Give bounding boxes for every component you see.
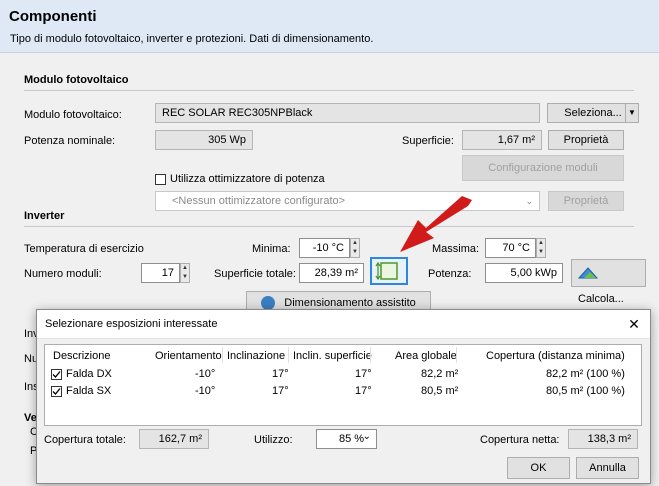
utilizzo-value: 85 % (339, 433, 365, 445)
column-header[interactable]: Inclinazione (227, 350, 285, 362)
cell-descrizione: Falda SX (66, 385, 112, 397)
cell-inclinazione: 17° (272, 385, 289, 397)
column-header[interactable]: Inclin. superficie (293, 350, 372, 362)
ottimizzatore-proprieta-button[interactable]: Proprietà (548, 191, 624, 211)
ok-button-label: OK (530, 462, 547, 474)
minima-input[interactable]: -10 °C (299, 238, 350, 258)
numero-moduli-input[interactable]: 17 (141, 263, 180, 283)
cell-inclinazione: 17° (272, 368, 289, 380)
cell-inclin-superficie: 17° (355, 385, 372, 397)
table-row[interactable]: Falda SX -10° 17° 17° 80,5 m² 80,5 m² (1… (45, 383, 641, 401)
cell-orientamento: -10° (195, 385, 216, 397)
ottimizzatore-checkbox[interactable] (155, 174, 166, 185)
column-separator (456, 347, 457, 363)
dimensionamento-label: Dimensionamento assistito (284, 297, 416, 309)
cell-copertura: 82,2 m² (100 %) (546, 368, 625, 380)
spin-down-icon[interactable]: ▼ (351, 248, 359, 257)
esposizioni-dialog: Selezionare esposizioni interessate ✕ De… (36, 309, 651, 484)
section-title-modulo: Modulo fotovoltaico (24, 74, 129, 86)
spin-up-icon[interactable]: ▲ (181, 264, 189, 273)
ottimizzatore-combo[interactable]: <Nessun ottimizzatore configurato> ⌄ (155, 191, 540, 211)
modulo-label: Modulo fotovoltaico: (24, 109, 122, 121)
massima-spinner[interactable]: ▲ ▼ (536, 238, 546, 258)
section-title-inverter: Inverter (24, 210, 65, 222)
column-separator (370, 347, 371, 363)
utilizzo-select[interactable]: 85 % ⌄ (316, 429, 377, 449)
minima-label: Minima: (252, 243, 291, 255)
potenza-nominale-label: Potenza nominale: (24, 135, 116, 147)
row-checkbox[interactable] (51, 386, 62, 397)
column-separator (222, 347, 223, 363)
minima-spinner[interactable]: ▲ ▼ (350, 238, 360, 258)
copertura-totale-field: 162,7 m² (139, 429, 209, 449)
table-row[interactable]: Falda DX -10° 17° 17° 82,2 m² 82,2 m² (1… (45, 365, 641, 383)
ottimizzatore-proprieta-label: Proprietà (563, 195, 609, 207)
column-separator (288, 347, 289, 363)
column-header[interactable]: Orientamento (155, 350, 222, 362)
annulla-button-label: Annulla (589, 462, 626, 474)
row-checkbox[interactable] (51, 369, 62, 380)
ottimizzatore-combo-value: <Nessun ottimizzatore configurato> (172, 195, 346, 207)
section-divider (24, 226, 634, 227)
check-icon (52, 371, 61, 378)
chevron-down-icon: ⌄ (525, 196, 533, 206)
spin-down-icon[interactable]: ▼ (181, 273, 189, 282)
copertura-netta-field: 138,3 m² (568, 429, 638, 449)
modulo-proprieta-button[interactable]: Proprietà (548, 130, 624, 150)
annulla-button[interactable]: Annulla (576, 457, 639, 479)
calculator-icon (577, 267, 599, 279)
configurazione-moduli-button[interactable]: Configurazione moduli (462, 155, 624, 181)
superficie-totale-label: Superficie totale: (214, 268, 296, 280)
gear-icon (261, 296, 276, 311)
ottimizzatore-label: Utilizza ottimizzatore di potenza (170, 173, 325, 185)
configurazione-moduli-label: Configurazione moduli (488, 162, 598, 174)
esposizioni-table: Descrizione Orientamento Inclinazione In… (44, 344, 642, 426)
check-icon (52, 388, 61, 395)
spin-up-icon[interactable]: ▲ (351, 239, 359, 248)
numero-moduli-spinner[interactable]: ▲ ▼ (180, 263, 190, 283)
dialog-title: Selezionare esposizioni interessate (45, 318, 218, 330)
copertura-netta-label: Copertura netta: (480, 434, 560, 446)
spin-down-icon[interactable]: ▼ (537, 248, 545, 257)
resize-button[interactable] (370, 257, 408, 285)
section-divider (24, 90, 634, 91)
seleziona-dropdown-button[interactable]: ▼ (625, 103, 639, 123)
calcola-label: Calcola... (578, 293, 624, 305)
temperatura-label: Temperatura di esercizio (24, 243, 144, 255)
page-subtitle: Tipo di modulo fotovoltaico, inverter e … (10, 33, 374, 45)
red-arrow-icon (400, 196, 472, 252)
spin-up-icon[interactable]: ▲ (537, 239, 545, 248)
copertura-totale-label: Copertura totale: (44, 434, 126, 446)
cell-orientamento: -10° (195, 368, 216, 380)
superficie-label: Superficie: (402, 135, 454, 147)
page-header (0, 0, 659, 53)
potenza-input[interactable]: 5,00 kWp (485, 263, 563, 283)
cell-copertura: 80,5 m² (100 %) (546, 385, 625, 397)
ok-button[interactable]: OK (507, 457, 570, 479)
calcola-button[interactable]: Calcola... (571, 259, 646, 305)
modulo-proprieta-label: Proprietà (563, 134, 609, 146)
cell-area: 80,5 m² (421, 385, 459, 397)
column-header[interactable]: Descrizione (53, 350, 110, 362)
superficie-field: 1,67 m² (462, 130, 542, 150)
numero-moduli-label: Numero moduli: (24, 268, 102, 280)
resize-icon (375, 261, 398, 281)
utilizzo-label: Utilizzo: (254, 434, 293, 446)
hidden-label: Ve (24, 412, 37, 424)
massima-input[interactable]: 70 °C (485, 238, 536, 258)
close-icon[interactable]: ✕ (624, 314, 644, 334)
chevron-down-icon: ▼ (628, 108, 636, 117)
column-header[interactable]: Area globale (395, 350, 457, 362)
cell-area: 82,2 m² (421, 368, 459, 380)
column-header[interactable]: Copertura (distanza minima) (486, 350, 625, 362)
seleziona-button-label: Seleziona... (564, 107, 622, 119)
page-title: Componenti (9, 8, 97, 25)
potenza-nominale-field: 305 Wp (155, 130, 253, 150)
cell-inclin-superficie: 17° (355, 368, 372, 380)
cell-descrizione: Falda DX (66, 368, 112, 380)
chevron-down-icon: ⌄ (362, 431, 371, 442)
potenza-label: Potenza: (428, 268, 472, 280)
modulo-value-field: REC SOLAR REC305NPBlack (155, 103, 540, 123)
superficie-totale-input[interactable]: 28,39 m² (299, 263, 364, 283)
